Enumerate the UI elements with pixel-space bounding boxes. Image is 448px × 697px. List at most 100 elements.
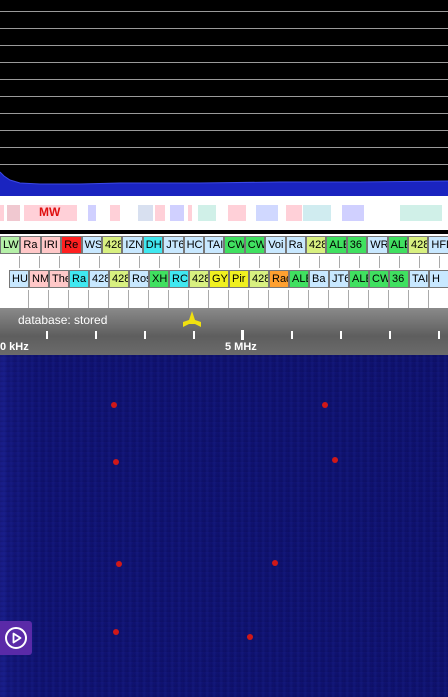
station-label[interactable]: Rad [269, 270, 289, 288]
station-label[interactable]: CW [244, 236, 266, 254]
station-label[interactable]: WR [367, 236, 388, 254]
label-cell-divider [60, 256, 80, 268]
label-cell-divider [9, 290, 29, 308]
station-label[interactable]: HU [9, 270, 29, 288]
station-label[interactable]: Pir [229, 270, 249, 288]
band-segment[interactable] [188, 205, 192, 221]
station-label[interactable]: IRI [40, 236, 62, 254]
waterfall-display[interactable] [0, 355, 448, 697]
label-cell-divider [440, 256, 448, 268]
band-bar[interactable] [0, 196, 448, 230]
station-label[interactable]: WS [81, 236, 102, 254]
label-cell-divider [49, 290, 69, 308]
band-segment[interactable] [256, 205, 278, 221]
band-segment[interactable] [342, 205, 364, 221]
station-label[interactable]: ALE [326, 236, 347, 254]
band-segment[interactable] [198, 205, 216, 221]
frequency-scale[interactable]: database: stored 0 kHz 5 MHz [0, 308, 448, 355]
station-label[interactable]: IZN [122, 236, 143, 254]
station-label[interactable]: 428 [89, 270, 109, 288]
station-label[interactable]: Ra [20, 236, 41, 254]
band-segment[interactable] [303, 205, 331, 221]
station-label[interactable]: H [429, 270, 448, 288]
label-cell-divider [360, 256, 380, 268]
scale-tick [340, 331, 342, 339]
station-label[interactable]: JT6 [329, 270, 349, 288]
band-segment[interactable] [7, 205, 20, 221]
label-cell-divider [140, 256, 160, 268]
station-label[interactable]: Ra [285, 236, 306, 254]
label-cell-divider [349, 290, 369, 308]
station-label-row: LW Ra IRI Re WS 428 IZN DH JT6 HC TAI CW CW Voi Ra 428 A… [0, 234, 448, 256]
label-cell-divider [29, 290, 49, 308]
station-label[interactable]: Re [61, 236, 82, 254]
label-cell-divider [389, 290, 409, 308]
frequency-label-left: 0 kHz [0, 341, 29, 353]
band-label-mw[interactable]: MW [39, 205, 60, 219]
label-cell-divider [240, 256, 260, 268]
scale-tick-major [241, 330, 244, 340]
station-label[interactable]: Ba [309, 270, 329, 288]
station-label[interactable]: 36 [389, 270, 409, 288]
station-label[interactable]: HFD [428, 236, 448, 254]
scale-tick [144, 331, 146, 339]
label-cell-divider [380, 256, 400, 268]
band-segment[interactable] [400, 205, 442, 221]
label-cell-divider [109, 290, 129, 308]
station-label[interactable]: 428 [102, 236, 123, 254]
station-label[interactable]: Ros [129, 270, 149, 288]
label-cell-divider [329, 290, 349, 308]
station-label[interactable]: ALE [387, 236, 408, 254]
waterfall-marker-dot [111, 402, 117, 408]
scale-tick [95, 331, 97, 339]
band-segment[interactable] [138, 205, 153, 221]
station-label[interactable]: CW [369, 270, 389, 288]
station-label[interactable]: TAI [204, 236, 225, 254]
band-segment[interactable] [0, 205, 4, 221]
band-segment[interactable] [88, 205, 96, 221]
station-label[interactable]: 428 [249, 270, 269, 288]
waterfall-marker-dot [322, 402, 328, 408]
station-label[interactable]: 428 [189, 270, 209, 288]
station-label[interactable]: ALE [289, 270, 309, 288]
station-label[interactable]: 428 [306, 236, 327, 254]
station-label[interactable]: 428 [109, 270, 129, 288]
band-segment[interactable] [170, 205, 184, 221]
station-label-row: HUNMTheRa428428RosXHRC428GYIPir428RadALE… [0, 268, 448, 290]
band-segment[interactable] [286, 205, 302, 221]
station-label[interactable]: DH [142, 236, 164, 254]
label-cell-divider [169, 290, 189, 308]
station-label[interactable]: Ra [69, 270, 89, 288]
station-label[interactable]: 428 [408, 236, 429, 254]
spectrum-display[interactable] [0, 0, 448, 196]
label-cell-divider [409, 290, 429, 308]
station-label[interactable]: CW [224, 236, 245, 254]
label-cell-divider [220, 256, 240, 268]
station-label[interactable]: NM [29, 270, 49, 288]
station-label[interactable]: XH [149, 270, 169, 288]
station-label[interactable]: RC [169, 270, 189, 288]
station-label[interactable]: Voi [265, 236, 286, 254]
station-label[interactable]: ALE [349, 270, 369, 288]
station-label[interactable]: HC [183, 236, 204, 254]
station-label[interactable]: 36 [346, 236, 368, 254]
label-cell-divider [309, 290, 329, 308]
label-cell-divider [229, 290, 249, 308]
band-segment[interactable] [228, 205, 246, 221]
play-button[interactable] [0, 621, 32, 655]
scale-tick [291, 331, 293, 339]
label-cell-divider [69, 290, 89, 308]
tuning-marker-icon[interactable] [181, 310, 203, 328]
label-cell-divider [80, 256, 100, 268]
station-label[interactable]: The [49, 270, 69, 288]
station-label[interactable]: LW [0, 236, 21, 254]
label-cell-divider [420, 256, 440, 268]
station-label[interactable]: TAI [409, 270, 429, 288]
label-cell-divider [200, 256, 220, 268]
station-label[interactable]: GYI [209, 270, 229, 288]
band-segment[interactable] [155, 205, 165, 221]
label-spacer-row [0, 256, 448, 268]
station-label[interactable]: JT6 [163, 236, 184, 254]
label-cell-divider [269, 290, 289, 308]
band-segment[interactable] [110, 205, 120, 221]
